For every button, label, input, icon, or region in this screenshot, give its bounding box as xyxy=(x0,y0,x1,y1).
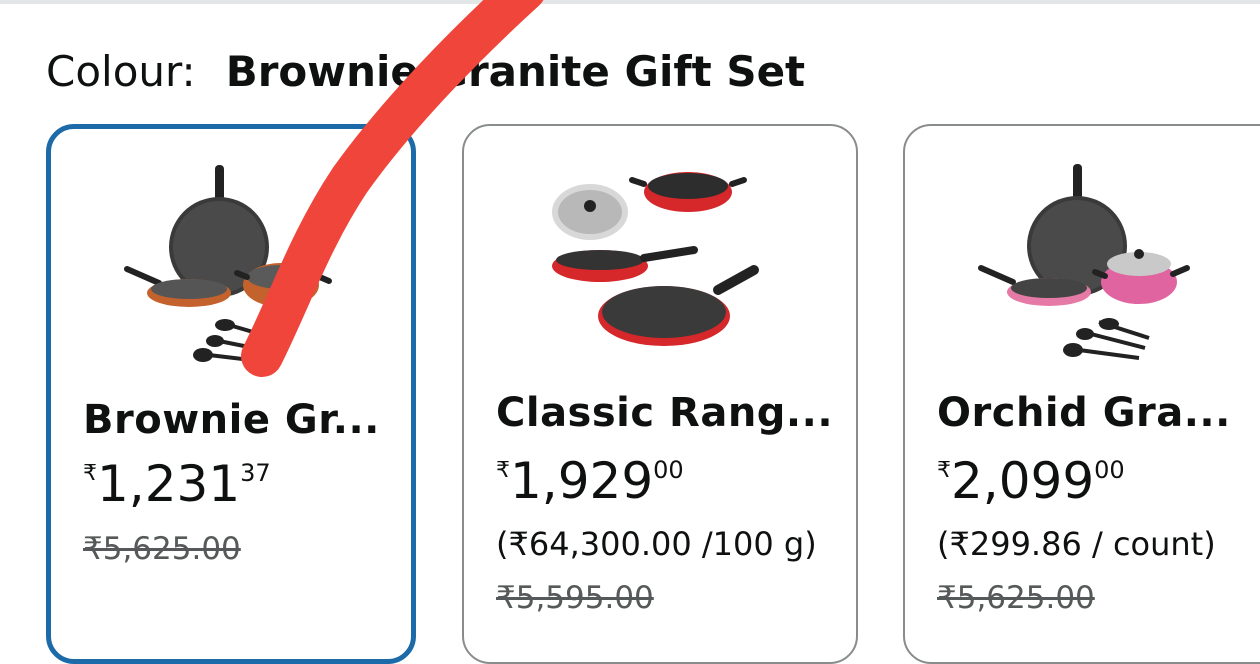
option-price: ₹1,23137 xyxy=(83,459,271,509)
option-price: ₹2,09900 xyxy=(937,456,1125,506)
price-fraction: 00 xyxy=(653,456,684,484)
price-fraction: 37 xyxy=(240,459,271,487)
colour-option-classic-range[interactable]: Classic Rang... ₹1,92900 (₹64,300.00 /10… xyxy=(462,124,858,664)
cookware-set-orchid-image xyxy=(978,164,1190,360)
price-whole: 1,929 xyxy=(510,452,654,510)
colour-option-brownie-granite[interactable]: Brownie Gr... ₹1,23137 ₹5,625.00 xyxy=(46,124,416,664)
price-whole: 1,231 xyxy=(97,455,241,513)
price-currency-symbol: ₹ xyxy=(83,461,97,486)
option-list-price: ₹5,625.00 xyxy=(937,580,1095,616)
colour-option-orchid-granite[interactable]: Orchid Gra... ₹2,09900 (₹299.86 / count)… xyxy=(903,124,1260,664)
colour-selection-row: Colour: Brownie Granite Gift Set xyxy=(46,44,805,100)
option-price: ₹1,92900 xyxy=(496,456,684,506)
cookware-set-brownie-image xyxy=(124,165,332,363)
option-list-price: ₹5,595.00 xyxy=(496,580,654,616)
price-currency-symbol: ₹ xyxy=(937,458,951,483)
price-whole: 2,099 xyxy=(951,452,1095,510)
option-title: Brownie Gr... xyxy=(83,397,380,443)
top-divider xyxy=(0,0,1260,4)
option-title: Classic Rang... xyxy=(496,390,834,436)
colour-selected-value: Brownie Granite Gift Set xyxy=(225,47,806,96)
option-list-price: ₹5,625.00 xyxy=(83,531,241,567)
cookware-set-red-image xyxy=(552,172,759,346)
option-unit-price: (₹64,300.00 /100 g) xyxy=(496,525,817,563)
colour-label: Colour: xyxy=(46,47,196,96)
option-unit-price: (₹299.86 / count) xyxy=(937,525,1216,563)
option-title: Orchid Gra... xyxy=(937,390,1231,436)
price-currency-symbol: ₹ xyxy=(496,458,510,483)
price-fraction: 00 xyxy=(1094,456,1125,484)
